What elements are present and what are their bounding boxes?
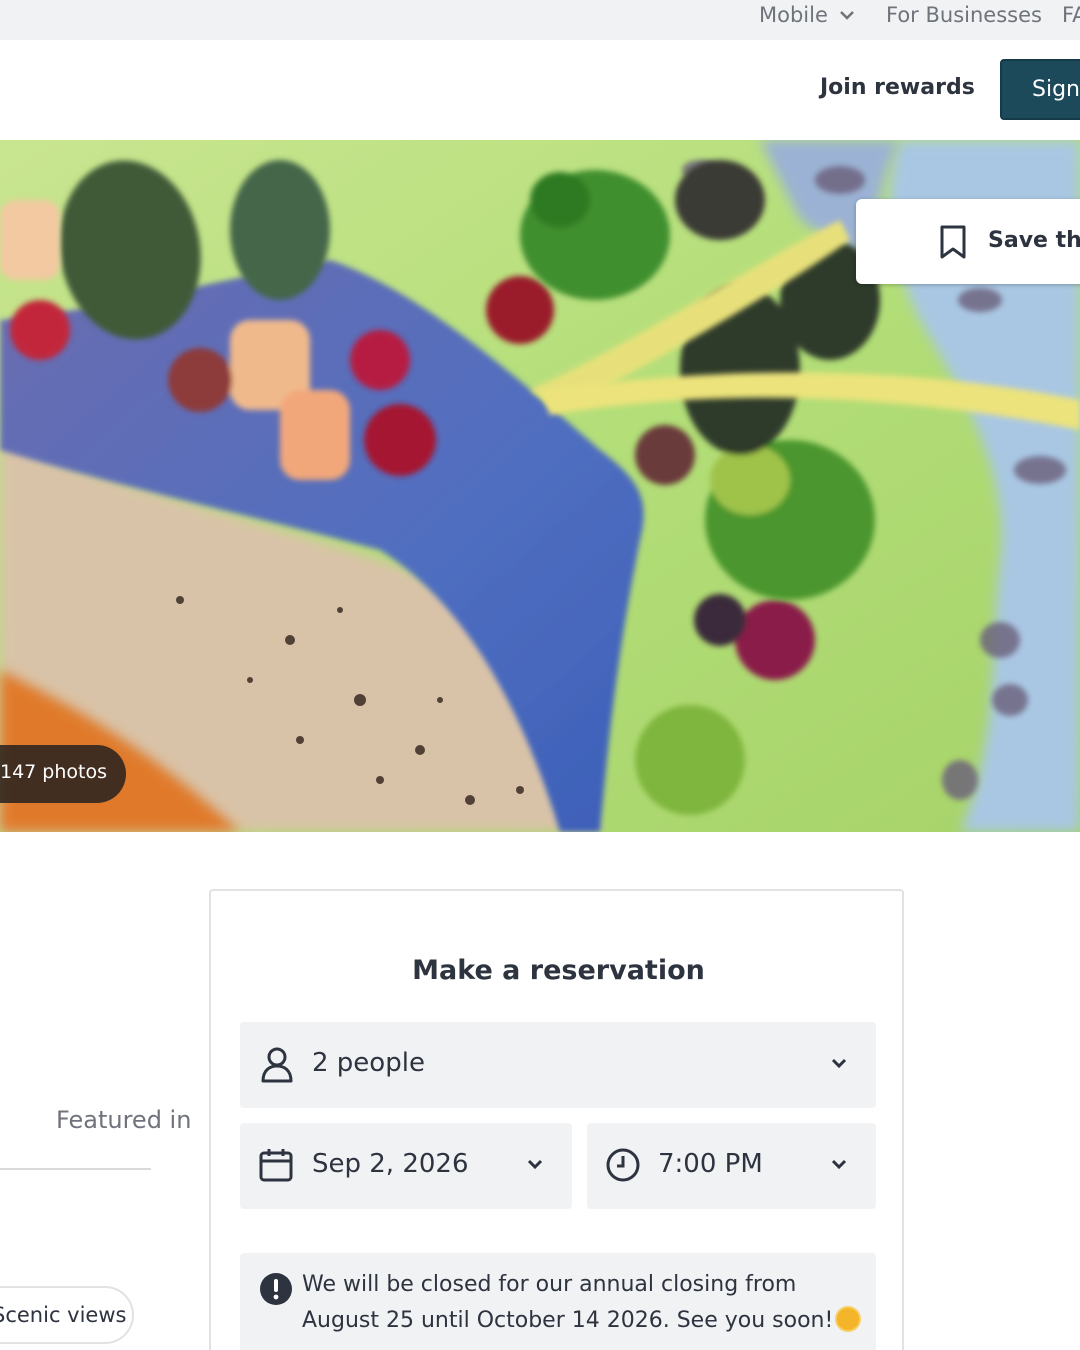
party-size-select[interactable]: 2 people: [240, 1022, 876, 1108]
date-value: Sep 2, 2026: [312, 1149, 469, 1179]
section-divider: [0, 1168, 151, 1170]
mobile-menu[interactable]: Mobile: [759, 2, 854, 28]
utility-bar: Mobile For Businesses FA: [0, 0, 1080, 40]
sign-in-button[interactable]: Sign in: [1000, 59, 1080, 120]
featured-in-heading: Featured in: [56, 1106, 192, 1134]
closure-notice-text: We will be closed for our annual closing…: [302, 1267, 872, 1339]
save-restaurant-label: Save this restaurant: [988, 228, 1080, 253]
chevron-down-icon: [831, 1058, 847, 1069]
reservation-title: Make a reservation: [412, 955, 705, 986]
hero-photo[interactable]: Save this restaurant 147 photos: [0, 140, 1080, 832]
chevron-down-icon: [527, 1159, 543, 1170]
bookmark-icon: [940, 225, 966, 259]
calendar-icon: [259, 1149, 293, 1182]
chevron-down-icon: [840, 11, 854, 20]
tag-chip-label: Scenic views: [0, 1303, 127, 1327]
chevron-down-icon: [831, 1159, 847, 1170]
sun-emoji-icon: [837, 1308, 860, 1330]
main-header: Join rewards Sign in: [0, 40, 1080, 140]
alert-icon: [260, 1273, 292, 1305]
closure-notice-message: We will be closed for our annual closing…: [302, 1272, 834, 1333]
time-select[interactable]: 7:00 PM: [587, 1123, 876, 1209]
mobile-menu-label: Mobile: [759, 3, 828, 27]
time-value: 7:00 PM: [658, 1149, 763, 1179]
photo-count-label: 147 photos: [0, 761, 108, 783]
reservation-card: Make a reservation 2 people Sep 2, 2026 …: [209, 889, 904, 1350]
clock-icon: [606, 1148, 640, 1182]
join-rewards-link[interactable]: Join rewards: [820, 75, 975, 100]
party-size-value: 2 people: [312, 1048, 425, 1078]
save-restaurant-button[interactable]: Save this restaurant: [856, 199, 1080, 284]
for-businesses-link[interactable]: For Businesses: [886, 2, 1042, 28]
date-select[interactable]: Sep 2, 2026: [240, 1123, 572, 1209]
closure-notice: We will be closed for our annual closing…: [240, 1253, 876, 1350]
person-icon: [261, 1047, 293, 1083]
faq-link[interactable]: FA: [1062, 2, 1080, 28]
tag-chip[interactable]: Scenic views: [0, 1286, 134, 1344]
photo-count-button[interactable]: 147 photos: [0, 745, 126, 803]
